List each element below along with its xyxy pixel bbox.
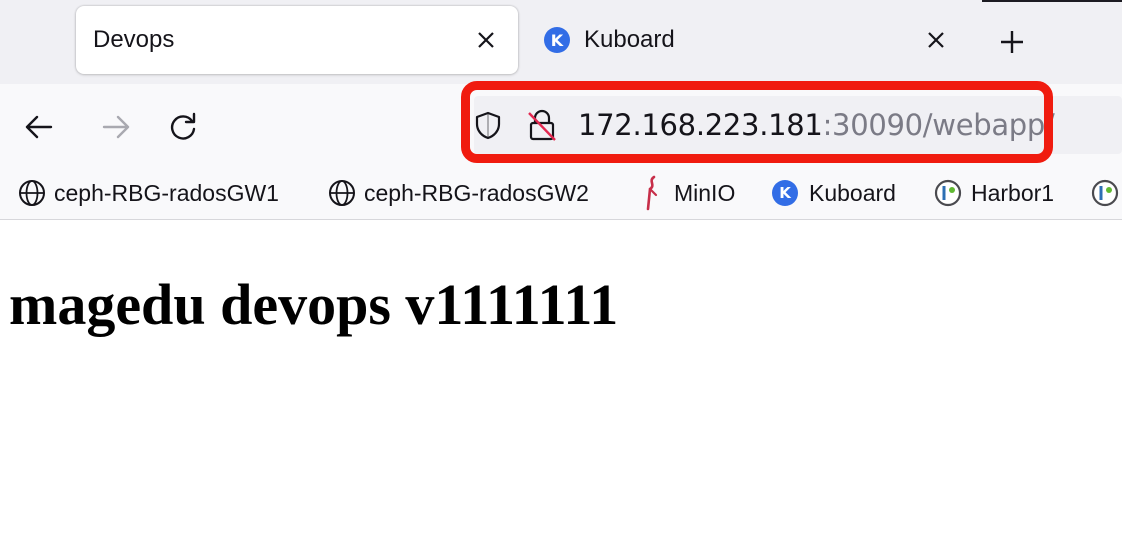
bookmark-kuboard[interactable]: K Kuboard (772, 172, 896, 214)
close-icon[interactable] (474, 28, 498, 52)
tab-kuboard[interactable]: K Kuboard (530, 6, 970, 74)
forward-arrow-icon[interactable] (101, 112, 131, 142)
bookmark-label: MinIO (674, 179, 736, 206)
red-highlight-annotation (461, 81, 1053, 163)
close-icon[interactable] (924, 28, 948, 52)
harbor-icon (1091, 179, 1119, 207)
bookmark-label: ceph-RBG-radosGW2 (364, 179, 589, 206)
new-tab-plus-icon[interactable] (998, 28, 1026, 56)
bookmark-label: Kuboard (809, 179, 896, 206)
kuboard-icon: K (772, 180, 798, 206)
window-edge (982, 0, 1122, 2)
globe-icon (329, 180, 355, 206)
harbor-icon (934, 179, 962, 207)
bookmark-ceph-rbg-radosgw1[interactable]: ceph-RBG-radosGW1 (18, 172, 279, 214)
kuboard-favicon-icon: K (544, 27, 570, 53)
bookmark-harbor1[interactable]: Harbor1 (933, 172, 1054, 214)
bookmark-overflow-partial[interactable] (1090, 172, 1122, 214)
bookmark-label: ceph-RBG-radosGW1 (54, 179, 279, 206)
tab-devops[interactable]: Devops (76, 6, 518, 74)
reload-icon[interactable] (168, 112, 198, 142)
bookmark-ceph-rbg-radosgw2[interactable]: ceph-RBG-radosGW2 (328, 172, 589, 214)
minio-icon (646, 175, 658, 211)
tab-title: Devops (93, 26, 175, 53)
bookmark-label: Harbor1 (971, 179, 1055, 206)
tab-title: Kuboard (584, 26, 675, 53)
page-heading: magedu devops v1111111 (9, 272, 619, 337)
back-arrow-icon[interactable] (24, 112, 54, 142)
bookmark-minio[interactable]: MinIO (640, 172, 735, 214)
globe-icon (19, 180, 45, 206)
